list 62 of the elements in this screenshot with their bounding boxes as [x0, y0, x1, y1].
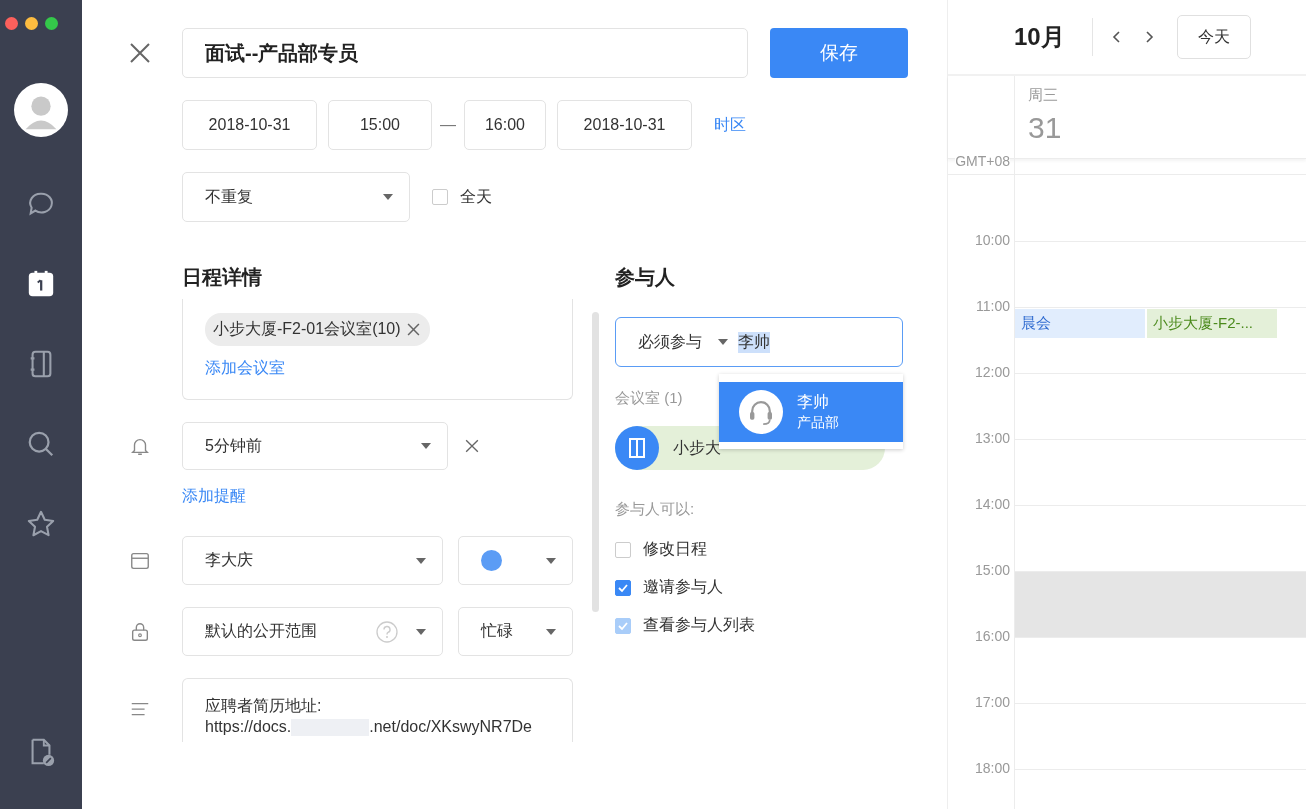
close-window-button[interactable] [5, 17, 18, 30]
door-icon [615, 426, 659, 470]
permissions-label: 参与人可以: [615, 500, 695, 519]
star-icon[interactable] [26, 509, 56, 539]
headset-avatar-icon [739, 390, 783, 434]
hour-label: 11:00 [976, 298, 1010, 314]
checkbox[interactable] [615, 541, 631, 558]
description-field[interactable]: 应聘者简历地址: https://docs. .net/doc/XKswyNR7De [182, 678, 573, 742]
rooms-label: 会议室 (1) [615, 389, 683, 408]
checkbox-label: 全天 [460, 186, 492, 207]
suggestion-name: 李帅 [797, 392, 830, 412]
end-date-field[interactable]: 2018-10-31 [557, 100, 692, 150]
checkbox[interactable] [432, 189, 448, 205]
add-room-link[interactable]: 添加会议室 [205, 358, 285, 379]
section-heading: 日程详情 [182, 264, 262, 290]
minimize-window-button[interactable] [25, 17, 38, 30]
month-title: 10月 [1014, 22, 1066, 52]
start-time-field[interactable]: 15:00 [328, 100, 432, 150]
hour-label: 16:00 [974, 628, 1010, 644]
calendar-dropdown[interactable]: 李大庆 [182, 536, 443, 585]
hour-label: 10:00 [974, 232, 1010, 248]
repeat-dropdown[interactable]: 不重复 [182, 172, 410, 222]
role-dropdown[interactable]: 必须参与 [638, 331, 728, 353]
calendar-icon[interactable] [26, 269, 56, 299]
hour-label: 13:00 [974, 430, 1010, 446]
section-heading: 参与人 [615, 265, 676, 290]
hour-label: 17:00 [974, 694, 1010, 710]
previous-icon[interactable] [1111, 29, 1123, 45]
hour-label: 18:00 [974, 760, 1010, 776]
availability-dropdown[interactable]: 忙碌 [458, 607, 573, 656]
range-dash: — [440, 116, 456, 134]
visibility-dropdown[interactable]: 默认的公开范围 [182, 607, 443, 656]
day-number: 31 [1028, 111, 1062, 145]
weekday-label: 周三 [1028, 86, 1059, 105]
lock-icon [129, 620, 151, 643]
event-chip[interactable]: 小步大厦-F2-... [1147, 309, 1277, 338]
checkbox-label: 查看参与人列表 [643, 615, 755, 635]
hour-label: 12:00 [974, 364, 1010, 380]
hour-label: 14:00 [974, 496, 1010, 512]
timezone-link[interactable]: 时区 [714, 114, 746, 136]
checkbox-label: 邀请参与人 [643, 577, 723, 597]
remove-icon[interactable] [406, 323, 420, 336]
event-chip[interactable]: 晨会 [1015, 309, 1145, 338]
search-icon[interactable] [26, 429, 56, 459]
today-button[interactable]: 今天 [1177, 15, 1251, 59]
color-dropdown[interactable] [458, 536, 573, 585]
color-dot [481, 550, 502, 571]
avatar[interactable] [14, 83, 68, 137]
participant-field[interactable]: 必须参与 李帅 [615, 317, 903, 367]
end-time-field[interactable]: 16:00 [464, 100, 546, 150]
title-field[interactable]: 面试--产品部专员 [182, 28, 748, 78]
next-icon[interactable] [1143, 29, 1155, 45]
checkbox[interactable] [615, 579, 631, 596]
hour-label: 15:00 [974, 562, 1010, 578]
add-reminder-link[interactable]: 添加提醒 [182, 486, 246, 507]
scrollbar[interactable] [592, 312, 599, 612]
start-date-field[interactable]: 2018-10-31 [182, 100, 317, 150]
maximize-window-button[interactable] [45, 17, 58, 30]
room-chip[interactable]: 小步大厦-F2-01会议室(10) [205, 313, 430, 346]
close-icon[interactable] [128, 41, 152, 65]
reminder-dropdown[interactable]: 5分钟前 [182, 422, 448, 470]
checkbox-label: 修改日程 [643, 539, 707, 559]
